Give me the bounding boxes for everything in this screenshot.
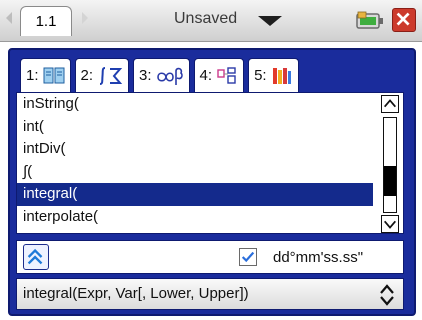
previous-page-icon[interactable] bbox=[6, 12, 12, 24]
syntax-text: integral(Expr, Var[, Lower, Upper]) bbox=[23, 285, 249, 302]
options-row: dd°mm'ss.ss" bbox=[16, 240, 404, 274]
catalog-command-list[interactable]: inString( int( intDiv( ∫( integral( inte… bbox=[16, 92, 404, 234]
checkmark-icon bbox=[241, 251, 255, 263]
catalog-dialog: 1: 2: 3: 4: 5: inString(int(intDiv(∫(… bbox=[8, 48, 416, 316]
scroll-up-icon[interactable] bbox=[381, 95, 399, 113]
scroll-down-icon[interactable] bbox=[381, 215, 399, 233]
spinner-arrows-icon[interactable] bbox=[379, 283, 395, 307]
dms-checkbox[interactable] bbox=[239, 248, 257, 266]
chevron-down-icon[interactable] bbox=[258, 16, 282, 26]
document-toolbar: 1.1 Unsaved bbox=[0, 0, 422, 42]
catalog-tab-1[interactable]: 1: bbox=[20, 58, 71, 92]
tab-number: 4: bbox=[199, 67, 213, 84]
scroll-track[interactable] bbox=[383, 117, 397, 213]
library-icon bbox=[272, 67, 291, 84]
list-item-selected[interactable]: integral( bbox=[17, 183, 373, 206]
close-icon[interactable] bbox=[392, 8, 416, 32]
tab-number: 2: bbox=[80, 67, 94, 84]
book-icon bbox=[43, 67, 65, 83]
catalog-tab-2[interactable]: 2: bbox=[74, 58, 130, 92]
next-page-icon[interactable] bbox=[82, 12, 88, 24]
catalog-tab-3[interactable]: 3: bbox=[133, 58, 190, 92]
infinity-beta-icon bbox=[156, 67, 183, 85]
list-scrollbar[interactable] bbox=[381, 95, 399, 233]
syntax-help-field[interactable]: integral(Expr, Var[, Lower, Upper]) bbox=[16, 278, 404, 310]
catalog-tab-4[interactable]: 4: bbox=[193, 58, 245, 92]
page-tab[interactable]: 1.1 bbox=[20, 6, 72, 36]
battery-icon bbox=[356, 11, 383, 29]
list-item[interactable]: interpolate( bbox=[17, 206, 373, 229]
double-chevron-up-icon bbox=[27, 248, 43, 265]
template-icon bbox=[217, 66, 236, 84]
catalog-tabs: 1: 2: 3: 4: 5: bbox=[20, 58, 299, 92]
expand-help-button[interactable] bbox=[23, 244, 49, 270]
list-item[interactable]: int( bbox=[17, 116, 373, 139]
tab-number: 1: bbox=[26, 67, 39, 84]
list-item[interactable]: intDiv( bbox=[17, 138, 373, 161]
tab-number: 3: bbox=[139, 67, 152, 84]
integral-sum-icon bbox=[99, 66, 123, 85]
document-title[interactable]: Unsaved bbox=[174, 10, 237, 28]
scroll-thumb[interactable] bbox=[384, 166, 396, 196]
tab-number: 5: bbox=[254, 67, 267, 84]
dms-format-label: dd°mm'ss.ss" bbox=[273, 249, 364, 266]
catalog-tab-5[interactable]: 5: bbox=[248, 58, 299, 92]
list-item[interactable]: inString( bbox=[17, 93, 373, 116]
list-item[interactable]: ∫( bbox=[17, 161, 373, 184]
